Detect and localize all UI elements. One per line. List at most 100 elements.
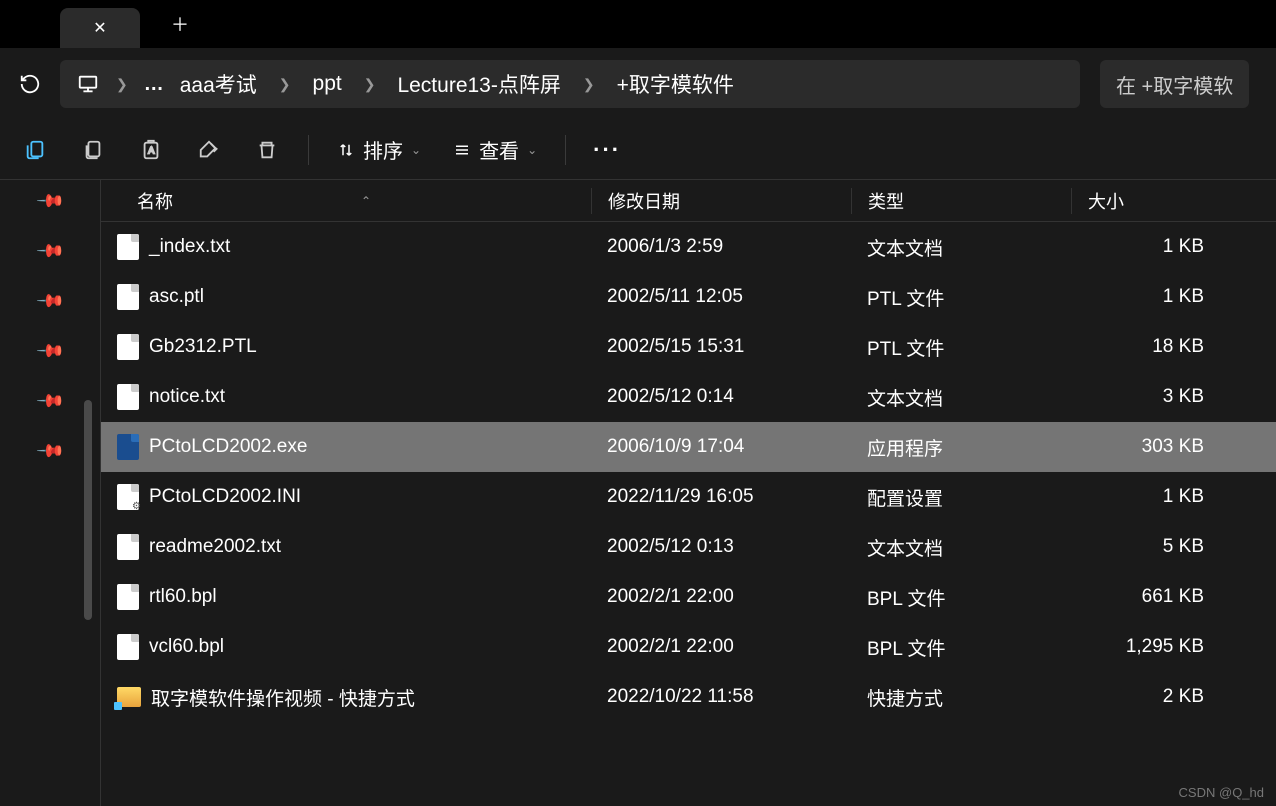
- sort-indicator-icon: ⌃: [361, 194, 371, 208]
- file-date: 2002/2/1 22:00: [591, 586, 851, 608]
- refresh-button[interactable]: [10, 64, 50, 104]
- file-date: 2002/5/12 0:14: [591, 386, 851, 408]
- breadcrumb-item[interactable]: Lecture13-点阵屏: [391, 67, 566, 101]
- chevron-icon[interactable]: ❯: [575, 76, 603, 93]
- txt-file-icon: [117, 334, 139, 360]
- main-area: 📌 📌 📌 📌 📌 📌 名称 ⌃ 修改日期 类型 大小 _index.txt 20…: [0, 180, 1276, 806]
- chevron-icon[interactable]: ❯: [271, 76, 299, 93]
- chevron-icon[interactable]: ❯: [356, 76, 384, 93]
- pin-icon[interactable]: 📌: [36, 236, 64, 264]
- file-date: 2006/10/9 17:04: [591, 436, 851, 458]
- file-row[interactable]: vcl60.bpl2002/2/1 22:00BPL 文件1,295 KB: [101, 622, 1276, 672]
- file-size: 1 KB: [1071, 286, 1216, 308]
- sidebar: 📌 📌 📌 📌 📌 📌: [0, 180, 100, 806]
- file-name: asc.ptl: [149, 286, 204, 308]
- more-button[interactable]: ···: [582, 128, 632, 172]
- pin-icon[interactable]: 📌: [36, 286, 64, 314]
- file-name: notice.txt: [149, 386, 225, 408]
- file-date: 2002/2/1 22:00: [591, 636, 851, 658]
- file-size: 18 KB: [1071, 336, 1216, 358]
- file-row[interactable]: _index.txt 2006/1/3 2:59文本文档1 KB: [101, 222, 1276, 272]
- column-header-type[interactable]: 类型: [851, 188, 1071, 214]
- view-label: 查看: [479, 135, 519, 164]
- tab-bar: ✕ ＋: [0, 0, 1276, 48]
- file-type: PTL 文件: [851, 334, 1071, 361]
- copy-button[interactable]: [68, 128, 118, 172]
- file-name-cell: readme2002.txt: [101, 534, 591, 560]
- file-row[interactable]: PCtoLCD2002.exe2006/10/9 17:04应用程序303 KB: [101, 422, 1276, 472]
- file-name-cell: asc.ptl: [101, 284, 591, 310]
- chevron-down-icon: ⌄: [527, 143, 537, 157]
- column-header-name[interactable]: 名称 ⌃: [101, 188, 591, 214]
- file-name: PCtoLCD2002.INI: [149, 486, 301, 508]
- file-name: readme2002.txt: [149, 536, 281, 558]
- file-name-cell: notice.txt: [101, 384, 591, 410]
- breadcrumb-item[interactable]: ppt: [307, 70, 348, 98]
- folder-shortcut-icon: [117, 687, 141, 707]
- file-row[interactable]: notice.txt2002/5/12 0:14文本文档3 KB: [101, 372, 1276, 422]
- file-name: PCtoLCD2002.exe: [149, 436, 307, 458]
- paste-button[interactable]: A: [126, 128, 176, 172]
- rename-button[interactable]: [184, 128, 234, 172]
- file-name-cell: 取字模软件操作视频 - 快捷方式: [101, 684, 591, 711]
- address-bar[interactable]: ❯ … aaa考试 ❯ ppt ❯ Lecture13-点阵屏 ❯ +取字模软件: [60, 60, 1080, 108]
- file-size: 5 KB: [1071, 536, 1216, 558]
- delete-button[interactable]: [242, 128, 292, 172]
- file-size: 3 KB: [1071, 386, 1216, 408]
- file-name-cell: rtl60.bpl: [101, 584, 591, 610]
- file-type: 文本文档: [851, 534, 1071, 561]
- file-row[interactable]: 取字模软件操作视频 - 快捷方式2022/10/22 11:58快捷方式2 KB: [101, 672, 1276, 722]
- txt-file-icon: [117, 384, 139, 410]
- cut-button[interactable]: [10, 128, 60, 172]
- file-name-cell: vcl60.bpl: [101, 634, 591, 660]
- file-type: BPL 文件: [851, 584, 1071, 611]
- file-list-panel: 名称 ⌃ 修改日期 类型 大小 _index.txt2006/1/3 2:59文…: [100, 180, 1276, 806]
- column-header-date[interactable]: 修改日期: [591, 188, 851, 214]
- file-name-cell: PCtoLCD2002.exe: [101, 434, 591, 460]
- file-date: 2022/11/29 16:05: [591, 486, 851, 508]
- file-size: 661 KB: [1071, 586, 1216, 608]
- view-button[interactable]: 查看 ⌄: [441, 128, 549, 172]
- search-input[interactable]: 在 +取字模软: [1100, 60, 1249, 108]
- pin-icon[interactable]: 📌: [36, 336, 64, 364]
- file-type: 文本文档: [851, 234, 1071, 261]
- txt-file-icon: [117, 284, 139, 310]
- sort-button[interactable]: 排序 ⌄: [325, 128, 433, 172]
- sidebar-scrollbar[interactable]: [84, 400, 92, 620]
- sort-label: 排序: [363, 135, 403, 164]
- chevron-icon[interactable]: ❯: [108, 76, 136, 93]
- file-size: 1 KB: [1071, 236, 1216, 258]
- breadcrumb-item[interactable]: +取字模软件: [611, 67, 740, 101]
- file-name: _index.txt: [149, 236, 230, 258]
- new-tab-button[interactable]: ＋: [160, 4, 200, 44]
- file-row[interactable]: asc.ptl2002/5/11 12:05PTL 文件1 KB: [101, 272, 1276, 322]
- pin-icon[interactable]: 📌: [36, 386, 64, 414]
- file-row[interactable]: rtl60.bpl 2002/2/1 22:00BPL 文件661 KB: [101, 572, 1276, 622]
- exe-file-icon: [117, 434, 139, 460]
- breadcrumb-item[interactable]: aaa考试: [174, 67, 263, 101]
- separator: [565, 135, 566, 165]
- close-tab-button[interactable]: ✕: [86, 14, 114, 42]
- file-date: 2002/5/11 12:05: [591, 286, 851, 308]
- watermark: CSDN @Q_hd: [1179, 785, 1264, 800]
- file-type: 应用程序: [851, 434, 1071, 461]
- file-name-cell: Gb2312.PTL: [101, 334, 591, 360]
- breadcrumb-overflow[interactable]: …: [144, 73, 166, 96]
- column-headers: 名称 ⌃ 修改日期 类型 大小: [101, 180, 1276, 222]
- file-row[interactable]: readme2002.txt2002/5/12 0:13文本文档5 KB: [101, 522, 1276, 572]
- svg-text:A: A: [148, 145, 155, 155]
- file-name-cell: PCtoLCD2002.INI: [101, 484, 591, 510]
- file-row[interactable]: Gb2312.PTL2002/5/15 15:31PTL 文件18 KB: [101, 322, 1276, 372]
- file-row[interactable]: PCtoLCD2002.INI2022/11/29 16:05配置设置1 KB: [101, 472, 1276, 522]
- file-name: rtl60.bpl: [149, 586, 217, 608]
- column-header-size[interactable]: 大小: [1071, 188, 1216, 214]
- txt-file-icon: [117, 534, 139, 560]
- file-date: 2006/1/3 2:59: [591, 236, 851, 258]
- toolbar: A 排序 ⌄ 查看 ⌄ ···: [0, 120, 1276, 180]
- pin-icon[interactable]: 📌: [36, 436, 64, 464]
- pin-icon[interactable]: 📌: [36, 186, 64, 214]
- tab-current[interactable]: ✕: [60, 8, 140, 48]
- file-date: 2022/10/22 11:58: [591, 686, 851, 708]
- pc-icon: [76, 72, 100, 96]
- chevron-down-icon: ⌄: [411, 143, 421, 157]
